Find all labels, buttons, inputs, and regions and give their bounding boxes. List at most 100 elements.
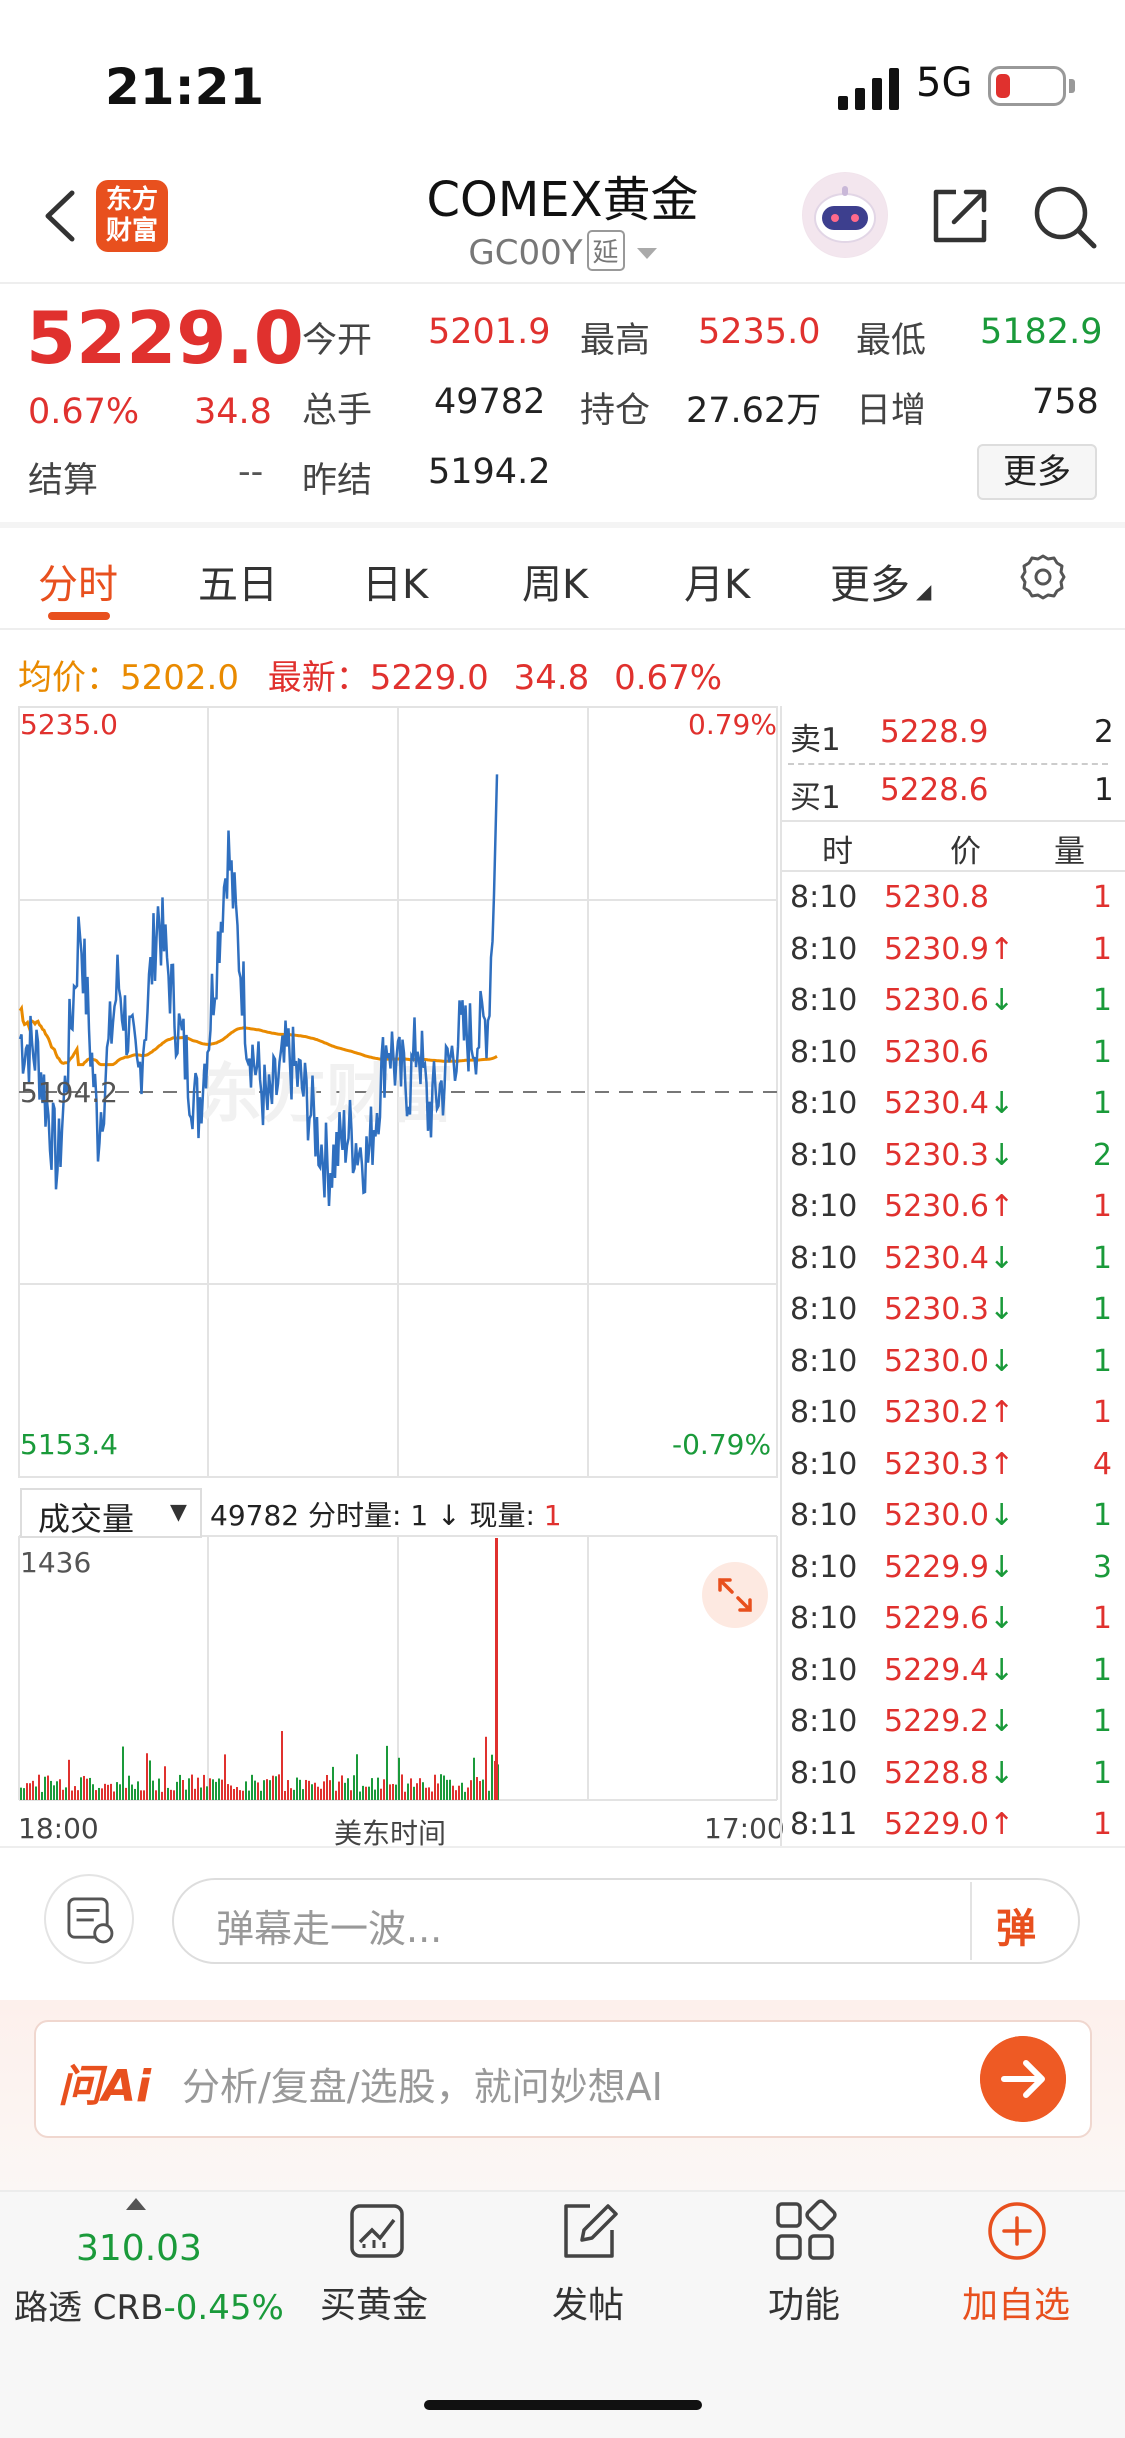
prev-settle-label: 昨结 (302, 461, 373, 501)
volume-bar (230, 1785, 232, 1800)
volume-bar (53, 1785, 55, 1800)
volume-bar (29, 1783, 31, 1800)
volume-bar (482, 1779, 484, 1800)
signal-icon (838, 68, 899, 110)
volume-bar (383, 1779, 385, 1800)
nav-post[interactable]: 发帖 (488, 2276, 688, 2328)
ai-logo: 问Ai (58, 2061, 152, 2112)
volume-bar (296, 1777, 298, 1800)
features-grid-icon[interactable] (772, 2198, 838, 2264)
volume-bar (449, 1779, 451, 1800)
expand-icon[interactable] (702, 1562, 768, 1628)
volume-bar (35, 1786, 37, 1800)
settings-gear-icon[interactable] (1018, 552, 1068, 602)
contract-code: GC00Y (468, 233, 583, 273)
tick-time: 8:10 (790, 1189, 858, 1224)
tab-month-k[interactable]: 月K (684, 552, 750, 610)
tick-price: 5229.4↓ (884, 1653, 1014, 1688)
tab-more[interactable]: 更多 ◢ (830, 552, 931, 610)
volume-bar (86, 1778, 88, 1800)
danmaku-divider (970, 1882, 972, 1960)
x-end-label: 17:00 (704, 1812, 785, 1845)
volume-bar (326, 1774, 328, 1800)
bid-volume: 1 (1094, 772, 1114, 808)
volume-bar (389, 1784, 391, 1800)
volume-bar (263, 1780, 265, 1800)
nav-buy-gold[interactable]: 买黄金 (274, 2276, 474, 2328)
crb-label-text: 路透 CRB (14, 2288, 164, 2328)
volume-bar (110, 1783, 112, 1800)
tick-volume: 1 (1092, 1807, 1112, 1842)
tick-price: 5230.6↑ (884, 1189, 1014, 1224)
volume-bar (275, 1776, 277, 1800)
volume-bar (197, 1777, 199, 1800)
danmaku-toggle-icon[interactable] (44, 1874, 134, 1964)
tick-volume: 1 (1092, 1034, 1112, 1070)
tick-volume: 1 (1092, 1395, 1112, 1430)
arrow-right-icon[interactable] (980, 2036, 1066, 2122)
tab-day-k[interactable]: 日K (362, 552, 428, 610)
tab-intraday[interactable]: 分时 (38, 552, 118, 610)
volume-bar (491, 1754, 493, 1800)
volume-bar (116, 1782, 118, 1800)
post-edit-icon[interactable] (556, 2198, 622, 2264)
add-watch-plus-icon[interactable] (984, 2198, 1050, 2264)
volume-bar (365, 1786, 367, 1800)
tick-price: 5230.4↓ (884, 1241, 1014, 1276)
volume-bar (443, 1775, 445, 1800)
triangle-icon: ◢ (916, 579, 932, 603)
volume-bar (371, 1778, 373, 1800)
intraday-chart[interactable]: 东方财富 (18, 706, 778, 1846)
volume-bar (92, 1784, 94, 1800)
tick-time: 8:10 (790, 1137, 858, 1173)
volume-bar (179, 1774, 181, 1800)
tick-price: 5230.8 (884, 880, 989, 915)
battery-icon (988, 66, 1066, 106)
tick-price-value: 5229.6 (884, 1601, 989, 1636)
avg-latest-line: 均价：5202.0 最新：5229.0 34.8 0.67% (18, 650, 722, 699)
volume-bar (290, 1788, 292, 1800)
ai-robot-avatar[interactable] (802, 172, 888, 258)
volume-bar (302, 1789, 304, 1800)
tick-direction-icon: ↓ (988, 1498, 1015, 1533)
more-quote-button[interactable]: 更多 (977, 444, 1097, 500)
tick-time: 8:10 (790, 931, 858, 967)
nav-features[interactable]: 功能 (704, 2276, 904, 2328)
tick-price-value: 5230.9 (884, 931, 989, 967)
change-amount: 34.8 (194, 392, 272, 432)
buy-gold-icon[interactable] (344, 2198, 410, 2264)
dropdown-icon (636, 248, 657, 259)
volume-bar (134, 1788, 136, 1800)
tick-volume: 1 (1092, 1343, 1112, 1379)
volume-bar (74, 1786, 76, 1800)
volume-bar (77, 1790, 79, 1800)
last-price: 5229.0 (26, 296, 304, 380)
volume-bar (170, 1789, 172, 1800)
tick-direction-icon: ↓ (988, 1549, 1015, 1585)
crb-index-value[interactable]: 310.03 (76, 2228, 202, 2269)
volume-total: 49782 (210, 1499, 300, 1532)
tick-volume: 3 (1092, 1549, 1112, 1585)
volume-bar (293, 1789, 295, 1800)
volume-selector[interactable]: 成交量 (38, 1494, 134, 1540)
nav-add-watch[interactable]: 加自选 (916, 2276, 1116, 2328)
share-icon[interactable] (928, 184, 992, 248)
tick-price-value: 5230.2 (884, 1395, 989, 1430)
volume-bar (407, 1783, 409, 1800)
tick-price: 5230.0↓ (884, 1498, 1014, 1533)
chart-bottom-divider (0, 1846, 1125, 1848)
search-icon[interactable] (1032, 184, 1098, 250)
tab-week-k[interactable]: 周K (522, 552, 588, 610)
volume-bar (20, 1787, 22, 1800)
volume-bar (155, 1790, 157, 1800)
volume-bar (335, 1790, 337, 1800)
volume-bar (269, 1780, 271, 1800)
volume-bar (317, 1786, 319, 1800)
tab-five-day[interactable]: 五日 (198, 552, 278, 610)
tick-direction-icon: ↓ (988, 1652, 1015, 1688)
danmaku-send-button[interactable]: 弹 (996, 1896, 1036, 1954)
tick-price-value: 5230.4 (884, 1240, 989, 1276)
tick-price-value: 5230.4 (884, 1086, 989, 1121)
crb-index-label[interactable]: 路透 CRB-0.45% (14, 2280, 284, 2329)
tick-direction-icon: ↓ (988, 1343, 1015, 1379)
